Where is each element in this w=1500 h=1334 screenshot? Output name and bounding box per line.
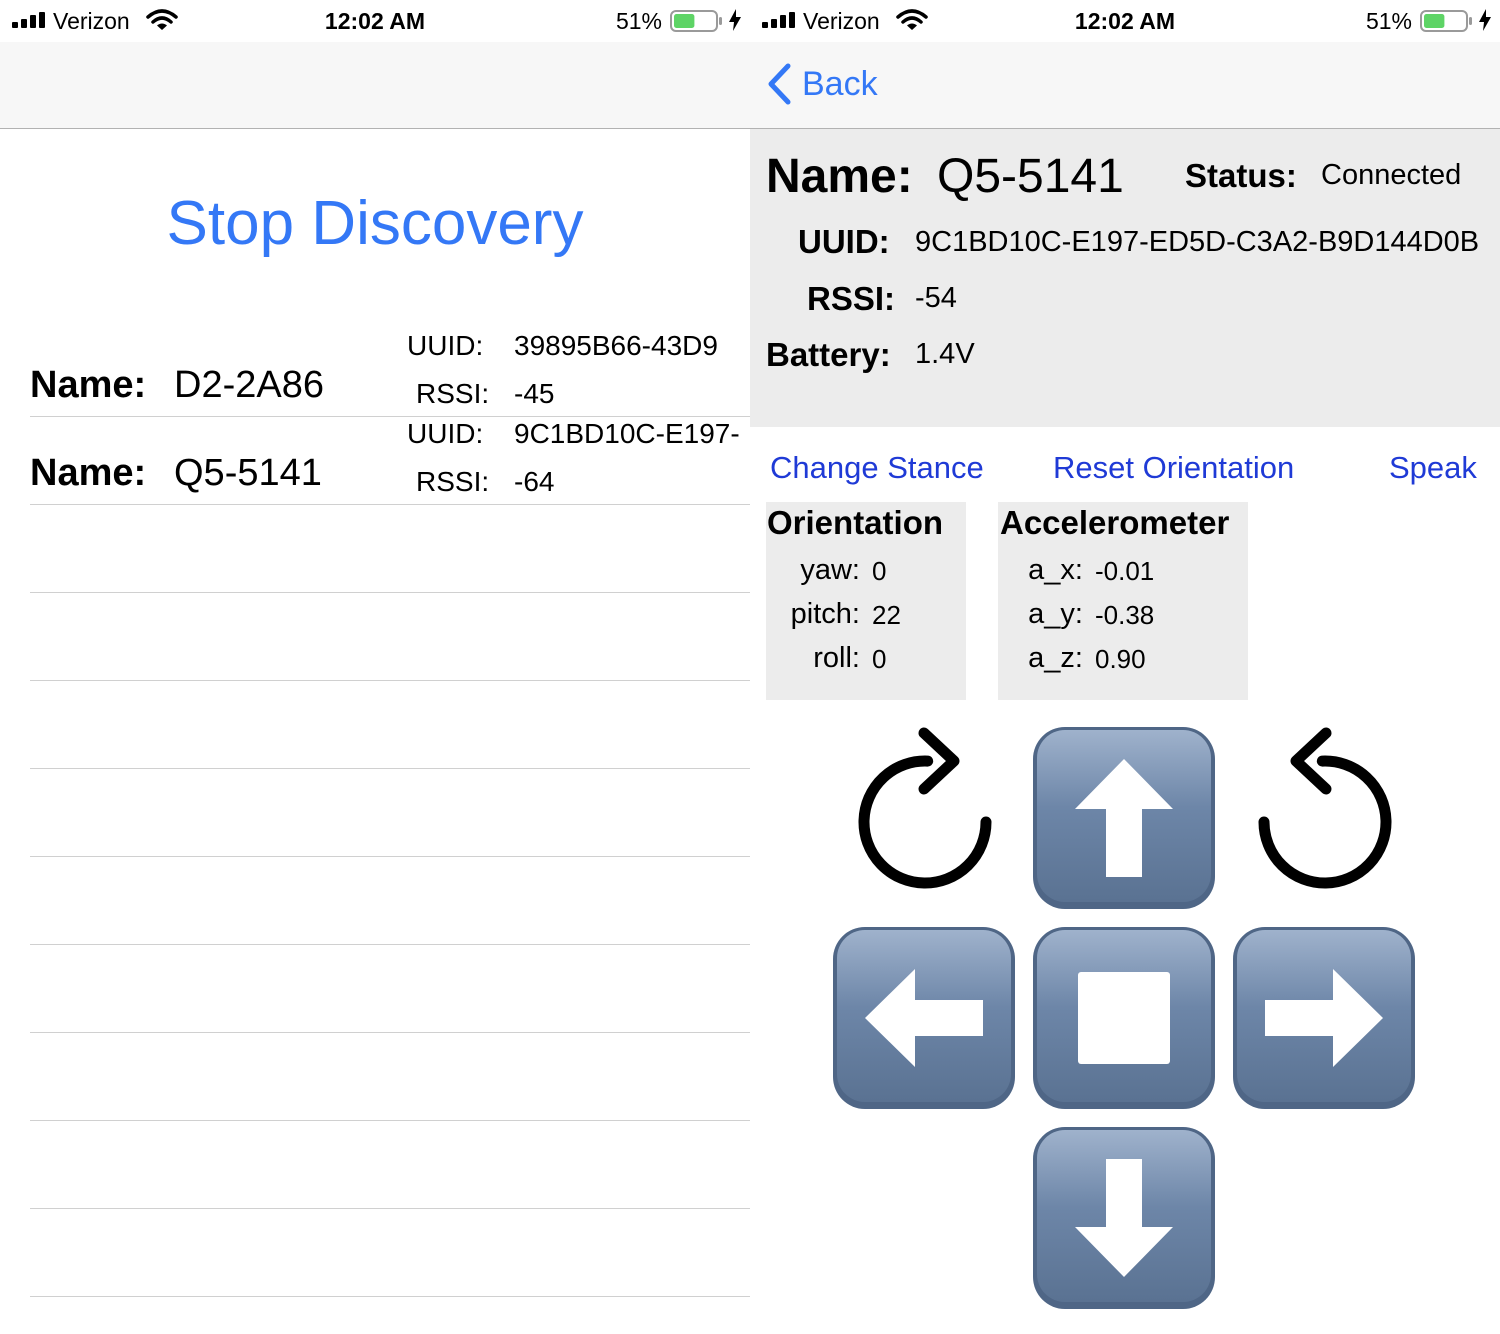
navigation-bar: Back bbox=[750, 42, 1500, 129]
device-detail-screen: Verizon 12:02 AM 51% Back Name: Q5-5141 … bbox=[750, 0, 1500, 1334]
battery-icon bbox=[670, 10, 722, 32]
battery-label: Battery: bbox=[766, 336, 891, 373]
turn-right-button[interactable] bbox=[1231, 925, 1417, 1111]
orientation-title: Orientation bbox=[767, 504, 944, 541]
device-name: D2-2A86 bbox=[174, 364, 324, 406]
back-label: Back bbox=[802, 64, 878, 103]
device-rssi-label: RSSI: bbox=[416, 466, 490, 497]
stop-button[interactable] bbox=[1031, 925, 1217, 1111]
charging-bolt-icon bbox=[729, 9, 741, 31]
az-label: a_z: bbox=[1028, 642, 1083, 674]
empty-row bbox=[30, 768, 750, 857]
ax-value: -0.01 bbox=[1095, 556, 1155, 586]
pitch-value: 22 bbox=[872, 600, 901, 630]
device-name-label: Name: bbox=[30, 364, 147, 406]
device-name-label: Name: bbox=[30, 452, 147, 494]
device-info-panel: Name: Q5-5141 Status: Connected UUID: 9C… bbox=[750, 129, 1500, 427]
turn-left-button[interactable] bbox=[831, 925, 1017, 1111]
rssi-value: -54 bbox=[915, 282, 957, 314]
device-rssi: -64 bbox=[514, 466, 555, 497]
navigation-bar bbox=[0, 42, 750, 129]
chevron-left-icon bbox=[768, 63, 791, 105]
battery-percent: 51% bbox=[1365, 8, 1412, 34]
roll-value: 0 bbox=[872, 644, 887, 674]
device-uuid: 9C1BD10C-E197- bbox=[514, 418, 740, 449]
device-uuid-label: UUID: bbox=[407, 418, 484, 449]
empty-row bbox=[30, 944, 750, 1033]
reset-orientation-button[interactable]: Reset Orientation bbox=[1053, 450, 1294, 486]
move-forward-button[interactable] bbox=[1031, 725, 1217, 911]
down-arrow-icon bbox=[1033, 1127, 1215, 1309]
pitch-label: pitch: bbox=[790, 598, 860, 630]
roll-label: roll: bbox=[813, 642, 860, 674]
device-uuid-label: UUID: bbox=[407, 330, 484, 361]
az-value: 0.90 bbox=[1095, 644, 1146, 674]
name-label: Name: bbox=[766, 150, 913, 203]
device-rssi-label: RSSI: bbox=[416, 378, 490, 409]
back-button[interactable]: Back bbox=[766, 62, 878, 106]
status-label: Status: bbox=[1185, 157, 1297, 194]
uuid-label: UUID: bbox=[798, 223, 890, 260]
battery-icon bbox=[1420, 10, 1472, 32]
empty-row bbox=[30, 1208, 750, 1297]
rssi-label: RSSI: bbox=[807, 280, 896, 317]
up-arrow-icon bbox=[1033, 727, 1215, 909]
status-value: Connected bbox=[1321, 159, 1462, 191]
status-bar: Verizon 12:02 AM 51% bbox=[0, 0, 750, 42]
battery-percent: 51% bbox=[615, 8, 662, 34]
ay-value: -0.38 bbox=[1095, 600, 1155, 630]
stop-icon bbox=[1033, 927, 1215, 1109]
empty-row bbox=[30, 504, 750, 593]
rotate-clockwise-button[interactable] bbox=[850, 725, 1000, 895]
empty-row bbox=[30, 592, 750, 681]
empty-row bbox=[30, 1032, 750, 1121]
empty-row bbox=[30, 1120, 750, 1209]
orientation-panel: Orientation yaw: 0 pitch: 22 roll: 0 bbox=[766, 502, 966, 700]
rotate-clockwise-icon bbox=[858, 727, 992, 889]
rotate-counterclockwise-icon bbox=[1258, 727, 1392, 889]
device-name: Q5-5141 bbox=[174, 452, 322, 494]
empty-row bbox=[30, 680, 750, 769]
device-rssi: -45 bbox=[514, 378, 555, 409]
device-name: Q5-5141 bbox=[937, 150, 1124, 203]
empty-row bbox=[30, 856, 750, 945]
stop-discovery-button[interactable]: Stop Discovery bbox=[0, 188, 750, 259]
change-stance-button[interactable]: Change Stance bbox=[770, 450, 984, 486]
accelerometer-title: Accelerometer bbox=[1000, 504, 1230, 541]
uuid-value: 9C1BD10C-E197-ED5D-C3A2-B9D144D0B bbox=[915, 226, 1480, 258]
discovery-screen: Verizon 12:02 AM 51% Stop Discovery Name… bbox=[0, 0, 750, 1334]
device-uuid: 39895B66-43D9 bbox=[514, 330, 718, 361]
ay-label: a_y: bbox=[1028, 598, 1083, 630]
yaw-value: 0 bbox=[872, 556, 887, 586]
accelerometer-panel: Accelerometer a_x: -0.01 a_y: -0.38 a_z:… bbox=[998, 502, 1248, 700]
device-row[interactable]: Name: Q5-5141 UUID: 9C1BD10C-E197- RSSI:… bbox=[30, 416, 750, 505]
ax-label: a_x: bbox=[1028, 554, 1083, 586]
battery-value: 1.4V bbox=[915, 338, 975, 370]
move-backward-button[interactable] bbox=[1031, 1125, 1217, 1311]
rotate-counterclockwise-button[interactable] bbox=[1250, 725, 1400, 895]
yaw-label: yaw: bbox=[800, 554, 860, 586]
status-bar: Verizon 12:02 AM 51% bbox=[750, 0, 1500, 42]
device-row[interactable]: Name: D2-2A86 UUID: 39895B66-43D9 RSSI: … bbox=[30, 328, 750, 417]
speak-button[interactable]: Speak bbox=[1389, 450, 1477, 486]
charging-bolt-icon bbox=[1479, 9, 1491, 31]
right-arrow-icon bbox=[1233, 927, 1415, 1109]
left-arrow-icon bbox=[833, 927, 1015, 1109]
